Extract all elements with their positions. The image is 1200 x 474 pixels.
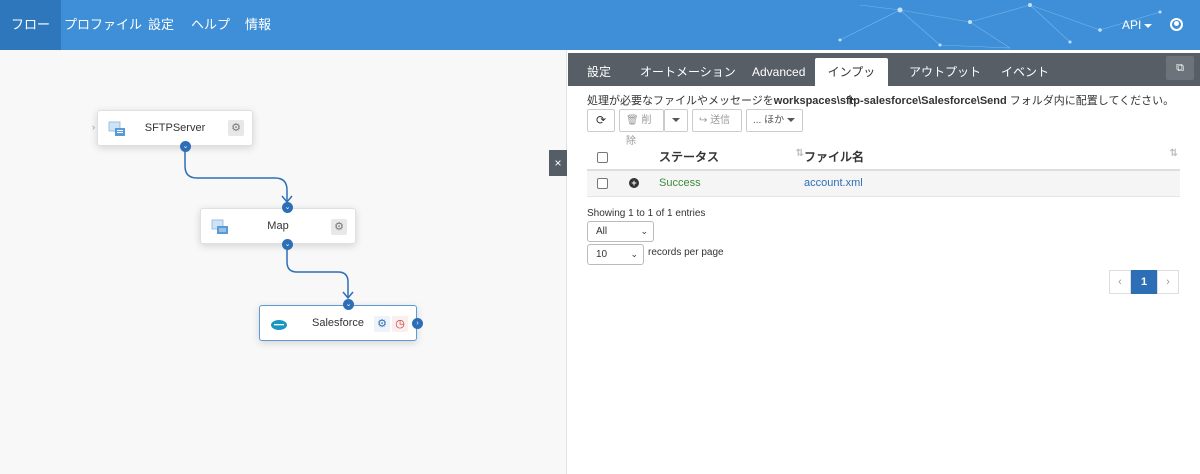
pagination-next-button[interactable]: › (1157, 270, 1179, 294)
info-folder-path: workspaces\sftp-salesforce\Salesforce\Se… (773, 95, 1007, 107)
input-port-icon[interactable]: ⌄ (282, 202, 293, 213)
select-all-checkbox[interactable] (597, 151, 608, 163)
filename-header-label: ファイル名 (804, 150, 865, 164)
api-label: API (1122, 18, 1142, 32)
tab-events[interactable]: イベント (989, 58, 1061, 86)
refresh-button[interactable]: ⟳ (587, 109, 615, 132)
panel-tabs: 設定 オートメーション Advanced インプット アウトプット イベント ⧉ (568, 53, 1200, 107)
sort-icon: ⇅ (795, 148, 804, 159)
clock-icon[interactable]: ◷ (392, 316, 408, 332)
input-files-table: ステータス ⇅ ファイル名 ⇅ + Success account.xml (587, 144, 1180, 197)
close-panel-button[interactable]: × (549, 150, 567, 176)
api-menu[interactable]: API (1122, 0, 1153, 50)
entries-summary: Showing 1 to 1 of 1 entries (587, 208, 706, 219)
table-header-row: ステータス ⇅ ファイル名 ⇅ (587, 144, 1180, 171)
nav-item-flow[interactable]: フロー (0, 0, 62, 50)
user-circle-icon[interactable] (1170, 18, 1183, 31)
row-checkbox[interactable] (597, 177, 608, 189)
tab-advanced[interactable]: Advanced (740, 58, 817, 86)
trash-icon: 🗑 (626, 115, 639, 126)
chevron-down-icon: ⌄ (630, 249, 638, 259)
filename-header[interactable]: ファイル名 ⇅ (804, 144, 1180, 171)
input-port-icon[interactable]: ⌄ (343, 299, 354, 310)
table-row[interactable]: + Success account.xml (587, 170, 1180, 197)
row-select-cell (587, 170, 609, 197)
caret-down-icon (1144, 23, 1153, 28)
flow-node-map[interactable]: Map ⚙ (200, 208, 356, 244)
popout-icon[interactable]: ⧉ (1166, 56, 1194, 80)
send-button[interactable]: ↪ 送信 (692, 109, 742, 132)
tab-output[interactable]: アウトプット (897, 58, 993, 86)
records-per-page-label: records per page (648, 247, 724, 258)
info-text: 処理が必要なファイルやメッセージを (587, 95, 774, 107)
expand-header (609, 144, 659, 171)
nav-item-settings[interactable]: 設定 (137, 0, 185, 50)
output-port-right-icon[interactable]: › (412, 318, 423, 329)
plus-circle-icon[interactable]: + (629, 178, 639, 189)
sort-icon: ⇅ (1169, 148, 1178, 159)
chevron-down-icon: ⌄ (640, 226, 648, 236)
status-filter-select[interactable]: All ⌄ (587, 221, 654, 242)
tab-settings[interactable]: 設定 (575, 58, 623, 86)
gear-icon[interactable]: ⚙ (228, 120, 244, 136)
top-navbar: フロー プロファイル 設定 ヘルプ 情報 API (0, 0, 1200, 50)
refresh-icon: ⟳ (595, 113, 607, 127)
send-label: 送信 (710, 115, 731, 126)
caret-down-icon (672, 118, 680, 123)
row-expand-cell: + (609, 170, 659, 197)
pagination-page-1[interactable]: 1 (1131, 270, 1157, 294)
nav-item-help[interactable]: ヘルプ (180, 0, 241, 50)
tab-automation[interactable]: オートメーション (628, 58, 748, 86)
gear-icon[interactable]: ⚙ (374, 316, 390, 332)
flow-node-salesforce[interactable]: Salesforce ⚙ ◷ (259, 305, 417, 341)
details-panel: 設定 オートメーション Advanced インプット アウトプット イベント ⧉… (568, 50, 1200, 474)
row-filename[interactable]: account.xml (804, 170, 1180, 197)
delete-dropdown-button[interactable] (664, 109, 688, 132)
input-folder-info: 処理が必要なファイルやメッセージをworkspaces\sftp-salesfo… (587, 92, 1174, 108)
gear-icon[interactable]: ⚙ (331, 219, 347, 235)
share-icon: ↪ (699, 115, 708, 126)
page-size-select[interactable]: 10 ⌄ (587, 244, 644, 265)
status-header-label: ステータス (659, 150, 720, 164)
pagination-prev-button[interactable]: ‹ (1109, 270, 1131, 294)
nav-item-info[interactable]: 情報 (234, 0, 282, 50)
filter-value: All (596, 226, 608, 237)
flow-node-sftpserver[interactable]: SFTPServer ⚙ (97, 110, 253, 146)
more-label: ... ほか (753, 115, 785, 126)
select-all-cell (587, 144, 609, 171)
status-header[interactable]: ステータス ⇅ (659, 144, 804, 171)
output-port-icon[interactable]: ⌄ (180, 141, 191, 152)
row-status: Success (659, 170, 804, 197)
tab-input[interactable]: インプット (815, 58, 888, 107)
output-port-icon[interactable]: ⌄ (282, 239, 293, 250)
input-arrow-icon: › (92, 122, 95, 132)
caret-down-icon (787, 118, 796, 123)
more-button[interactable]: ... ほか (746, 109, 803, 132)
delete-button[interactable]: 🗑 削除 (619, 109, 664, 147)
flow-canvas[interactable]: › SFTPServer ⚙ ⌄ Map ⚙ ⌄ ⌄ Salesforce ⚙ … (0, 50, 567, 474)
page-size-value: 10 (596, 249, 608, 260)
info-text-suffix: フォルダ内に配置してください。 (1006, 95, 1175, 107)
flow-connectors (184, 148, 354, 300)
